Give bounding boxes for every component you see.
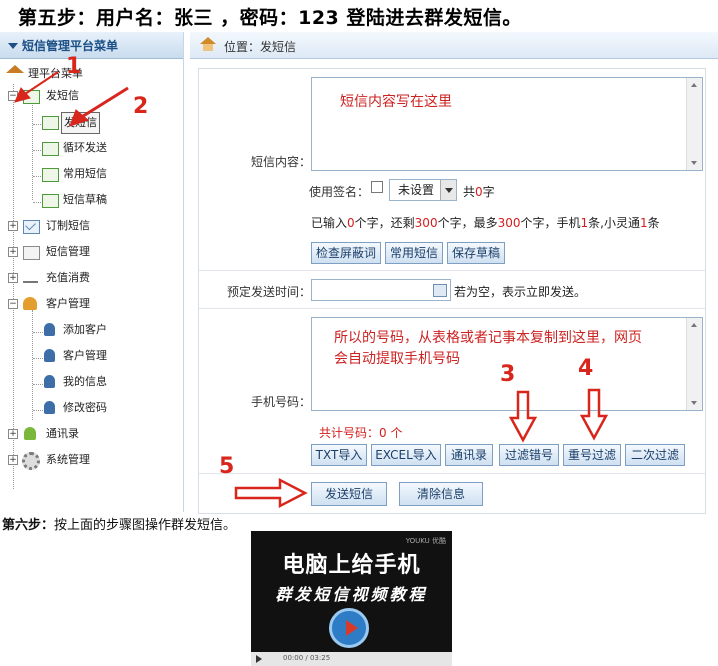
step6-body: 按上面的步骤图操作群发短信。 bbox=[54, 518, 237, 533]
annotation-number-1: 1 bbox=[66, 54, 82, 79]
annotation-arrow-5 bbox=[234, 477, 308, 509]
annotation-arrow-2-head bbox=[69, 109, 90, 127]
annotation-arrow-4 bbox=[579, 388, 609, 441]
annotation-arrows bbox=[14, 71, 609, 509]
annotation-number-4: 4 bbox=[578, 356, 594, 381]
video-time: 00:00 / 03:25 bbox=[283, 654, 331, 662]
video-controls: 00:00 / 03:25 bbox=[251, 652, 452, 666]
annotation-arrow-1 bbox=[21, 71, 59, 97]
annotation-number-5: 5 bbox=[219, 454, 235, 479]
annotation-arrow-2 bbox=[79, 86, 129, 120]
video-title-line2: 群发短信视频教程 bbox=[275, 585, 428, 604]
video-brand: YOUKU 优酷 bbox=[405, 537, 446, 545]
video-thumbnail[interactable]: YOUKU 优酷 电脑上给手机 群发短信视频教程 00:00 / 03:25 bbox=[251, 531, 452, 666]
play-small-icon[interactable] bbox=[256, 655, 262, 663]
step6-bold: 第六步： bbox=[2, 518, 55, 533]
annotation-arrow-3 bbox=[508, 390, 538, 443]
annotation-number-2: 2 bbox=[133, 94, 149, 119]
annotation-number-3: 3 bbox=[500, 362, 516, 387]
play-icon[interactable] bbox=[329, 608, 369, 648]
step6-text: 第六步：按上面的步骤图操作群发短信。 bbox=[2, 514, 236, 533]
annotation-arrow-1-head bbox=[14, 87, 31, 103]
video-title-line1: 电脑上给手机 bbox=[282, 553, 421, 578]
